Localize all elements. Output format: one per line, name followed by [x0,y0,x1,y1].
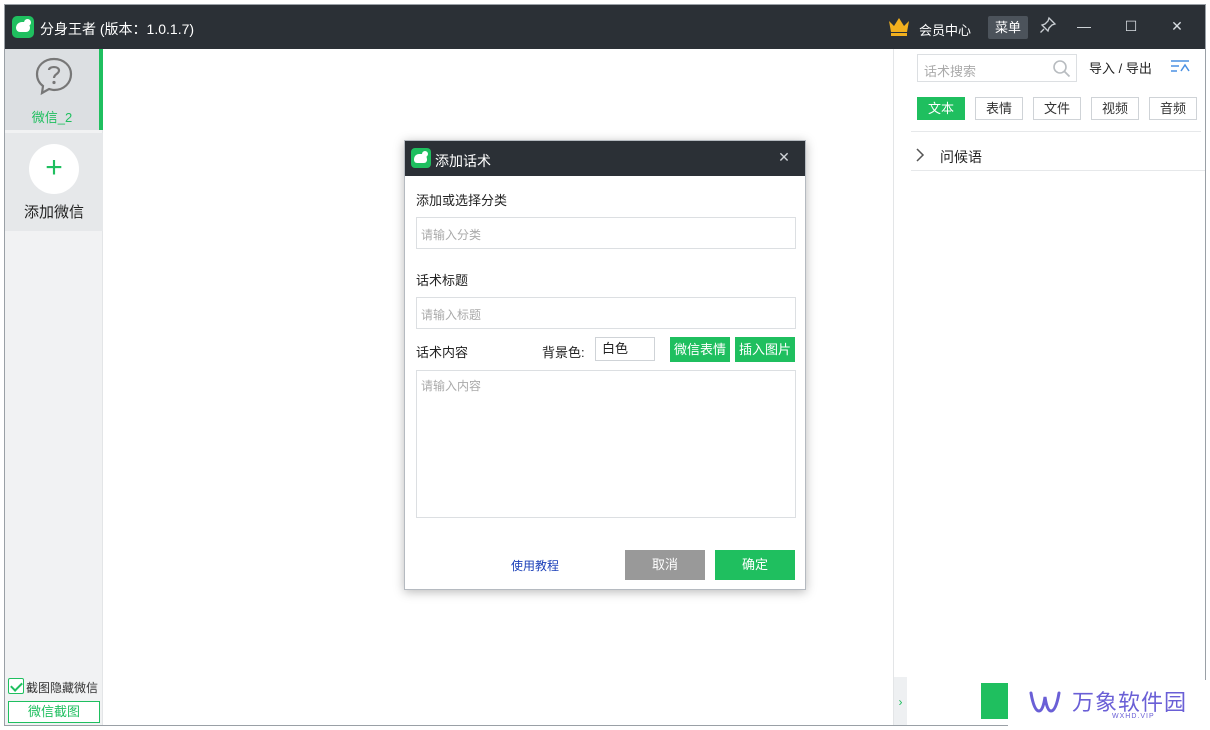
tab-text[interactable]: 文本 [917,97,965,120]
account-sidebar: 微信_2 + 添加微信 截图隐藏微信 微信截图 [5,49,103,725]
script-group-label: 问候语 [940,149,982,165]
search-icon[interactable] [1052,59,1071,78]
content-textarea[interactable]: 请输入内容 [416,370,796,518]
account-item[interactable]: 微信_2 [5,49,103,130]
sort-icon[interactable] [1170,58,1190,74]
chevron-right-icon [916,148,925,162]
script-search-input[interactable]: 话术搜索 [917,54,1077,82]
category-input[interactable]: 请输入分类 [416,217,796,249]
add-wechat-label: 添加微信 [23,204,84,221]
app-title: 分身王者 (版本：1.0.1.7) [40,21,195,37]
vip-center-link[interactable]: 会员中心 [919,20,971,39]
tutorial-link[interactable]: 使用教程 [511,557,559,574]
watermark: 万象软件园 WXHD.VIP [1008,680,1210,730]
dialog-close-icon[interactable]: ✕ [776,149,792,165]
plus-icon: + [29,144,79,194]
import-export-link[interactable]: 导入 / 导出 [1089,58,1152,77]
hide-wechat-checkbox[interactable] [8,678,24,694]
script-group-row[interactable]: 问候语 [911,139,1205,171]
tab-emoji[interactable]: 表情 [975,97,1023,120]
account-name: 微信_2 [31,110,73,125]
content-placeholder: 请输入内容 [421,379,482,393]
title-bar: 分身王者 (版本：1.0.1.7) 会员中心 菜单 — ☐ ✕ [5,5,1205,49]
category-label: 添加或选择分类 [416,193,508,208]
app-logo-icon [411,148,431,168]
confirm-button[interactable]: 确定 [715,550,795,580]
dialog-header: 添加话术 ✕ [405,141,805,176]
app-window: 分身王者 (版本：1.0.1.7) 会员中心 菜单 — ☐ ✕ 微信_2 + 添… [4,4,1206,726]
tab-video[interactable]: 视频 [1091,97,1139,120]
insert-image-button[interactable]: 插入图片 [735,337,795,362]
wechat-screenshot-button[interactable]: 微信截图 [8,701,100,723]
wechat-emoji-button[interactable]: 微信表情 [670,337,730,362]
watermark-subtext: WXHD.VIP [1112,713,1155,720]
title-input[interactable]: 请输入标题 [416,297,796,329]
app-logo-icon [12,16,34,38]
cancel-button[interactable]: 取消 [625,550,705,580]
add-script-dialog: 添加话术 ✕ 添加或选择分类 请输入分类 话术标题 请输入标题 话术内容 背景色… [404,140,806,590]
question-chat-icon [35,57,73,96]
bg-color-select[interactable]: 白色 [595,337,655,361]
close-button[interactable]: ✕ [1167,15,1187,37]
content-label: 话术内容 [416,345,469,360]
tab-audio[interactable]: 音频 [1149,97,1197,120]
category-placeholder: 请输入分类 [421,228,482,242]
hide-wechat-label: 截图隐藏微信 [26,681,99,695]
search-placeholder: 话术搜索 [924,64,977,79]
divider [911,131,1201,132]
title-placeholder: 请输入标题 [421,308,482,322]
title-label: 话术标题 [416,273,469,288]
bg-color-label: 背景色: [542,345,585,360]
tab-file[interactable]: 文件 [1033,97,1081,120]
collapse-panel-tab[interactable]: › [894,677,907,725]
watermark-logo-icon [1029,691,1061,713]
pin-icon[interactable] [1039,16,1057,34]
dialog-title: 添加话术 [435,153,491,169]
add-wechat-button[interactable]: + 添加微信 [5,133,103,231]
script-panel: 话术搜索 导入 / 导出 文本 表情 文件 视频 音频 问候语 › [893,49,1205,725]
minimize-button[interactable]: — [1074,15,1094,37]
maximize-button[interactable]: ☐ [1121,15,1141,37]
crown-icon[interactable] [887,15,911,37]
menu-button[interactable]: 菜单 [988,16,1028,39]
